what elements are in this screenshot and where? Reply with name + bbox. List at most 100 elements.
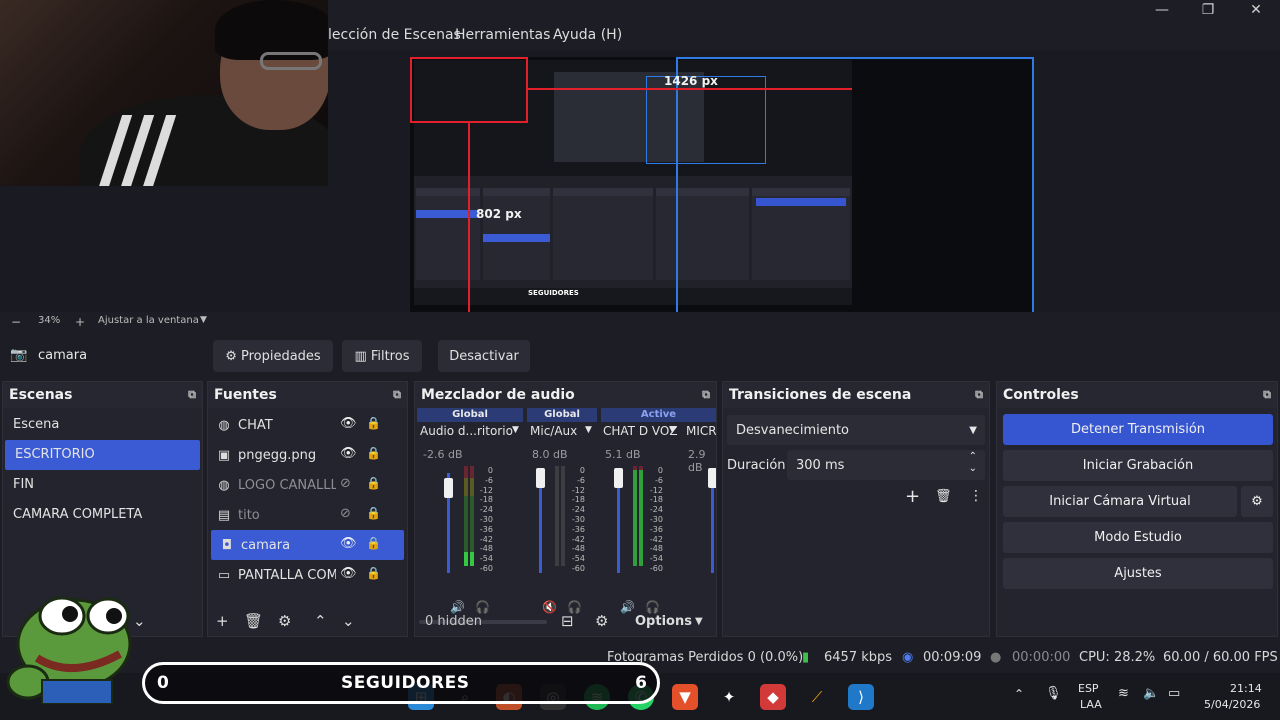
maximize-button[interactable]: ❐: [1186, 2, 1230, 24]
volume-fader[interactable]: [539, 473, 542, 573]
chevron-down-icon[interactable]: ⌄: [133, 612, 146, 630]
tool-icon[interactable]: ✦: [716, 684, 742, 710]
source-item-tito[interactable]: ▤ tito ⊘ 🔒: [208, 500, 407, 530]
more-options-icon[interactable]: ⋮: [969, 488, 983, 504]
eye-icon[interactable]: 👁: [340, 416, 357, 431]
trash-icon[interactable]: 🗑: [935, 489, 952, 504]
chevron-down-icon[interactable]: ▼: [969, 425, 977, 436]
scene-item-escena[interactable]: Escena: [3, 410, 202, 440]
duration-spinbox[interactable]: 300 ms ⌃ ⌄: [787, 450, 985, 480]
undock-icon[interactable]: ⧉: [188, 382, 196, 408]
eye-hidden-icon[interactable]: ⊘: [340, 506, 351, 521]
anydesk-icon[interactable]: ◆: [760, 684, 786, 710]
source-item-pngegg[interactable]: ▣ pngegg.png 👁 🔒: [208, 440, 407, 470]
scene-item-escritorio[interactable]: ESCRITORIO: [5, 440, 200, 470]
minimize-button[interactable]: —: [1140, 2, 1184, 24]
obs-window: lección de Escenas Herramientas Ayuda (H…: [0, 0, 1280, 720]
chevron-down-icon[interactable]: ▼: [695, 616, 703, 627]
fit-to-window-button[interactable]: Ajustar a la ventana: [98, 315, 199, 326]
wifi-icon[interactable]: ≋: [1118, 686, 1129, 701]
height-measure-label: 802 px: [476, 207, 522, 221]
close-button[interactable]: ✕: [1234, 2, 1278, 24]
lock-icon[interactable]: 🔒: [366, 536, 381, 550]
transition-select[interactable]: Desvanecimiento ▼: [727, 415, 985, 445]
language-top[interactable]: ESP: [1078, 682, 1099, 695]
fader-knob[interactable]: [536, 468, 545, 488]
add-transition-button[interactable]: +: [905, 486, 920, 507]
advanced-audio-icon[interactable]: ⚙: [595, 612, 608, 630]
source-item-camara[interactable]: ◘ camara 👁 🔒: [211, 530, 404, 560]
trash-icon[interactable]: 🗑: [244, 612, 263, 630]
source-item-logo-canal[interactable]: ◍ LOGO CANALLL ⊘ 🔒: [208, 470, 407, 500]
fader-knob[interactable]: [444, 478, 453, 498]
studio-mode-button[interactable]: Modo Estudio: [1003, 522, 1273, 553]
lock-icon[interactable]: 🔒: [366, 416, 381, 430]
controls-dock: Controles ⧉ Detener Transmisión Iniciar G…: [996, 381, 1278, 637]
scene-item-fin[interactable]: FIN: [3, 470, 202, 500]
eye-icon[interactable]: 👁: [340, 446, 357, 461]
chevron-down-icon[interactable]: ▼: [669, 425, 676, 435]
tray-chevron-up-icon[interactable]: ⌃: [1014, 687, 1024, 701]
add-source-button[interactable]: +: [216, 612, 229, 630]
fader-knob[interactable]: [614, 468, 623, 488]
lock-icon[interactable]: 🔒: [366, 566, 381, 580]
menu-tools[interactable]: Herramientas: [455, 27, 550, 43]
chevron-down-icon[interactable]: ▼: [585, 425, 592, 435]
battery-icon[interactable]: ▭: [1168, 686, 1180, 701]
mixer-channel-db: 5.1 dB: [605, 448, 641, 461]
eye-icon[interactable]: 👁: [340, 566, 357, 581]
source-item-chat[interactable]: ◍ CHAT 👁 🔒: [208, 410, 407, 440]
nested-followers-label: SEGUIDORES: [528, 289, 579, 297]
zoom-in-button[interactable]: +: [75, 315, 85, 329]
lock-icon[interactable]: 🔒: [366, 446, 381, 460]
source-item-pantalla[interactable]: ▭ PANTALLA COMP 👁 🔒: [208, 560, 407, 590]
scene-item-camara-completa[interactable]: CAMARA COMPLETA: [3, 500, 202, 530]
brave-icon[interactable]: ▼: [672, 684, 698, 710]
undock-icon[interactable]: ⧉: [393, 382, 401, 408]
undock-icon[interactable]: ⧉: [702, 382, 710, 408]
nested-scenes: [416, 188, 480, 280]
eye-hidden-icon[interactable]: ⊘: [340, 476, 351, 491]
clock-time[interactable]: 21:14: [1230, 682, 1262, 695]
fader-knob[interactable]: [708, 468, 716, 488]
chevron-down-icon[interactable]: ⌄: [969, 463, 977, 474]
stop-streaming-button[interactable]: Detener Transmisión: [1003, 414, 1273, 445]
properties-button[interactable]: ⚙ Propiedades: [213, 340, 333, 372]
settings-button[interactable]: Ajustes: [1003, 558, 1273, 589]
eye-icon[interactable]: 👁: [340, 536, 357, 551]
chevron-up-icon[interactable]: ⌃: [314, 612, 327, 630]
layout-icon[interactable]: ⊟: [561, 612, 574, 630]
volume-fader[interactable]: [711, 473, 714, 573]
chevron-down-icon[interactable]: ▼: [512, 425, 519, 435]
camara-selection-box[interactable]: [410, 57, 528, 123]
start-virtual-camera-button[interactable]: Iniciar Cámara Virtual: [1003, 486, 1237, 517]
followers-label: SEGUIDORES: [341, 673, 470, 693]
microphone-icon[interactable]: 🎙: [1045, 686, 1062, 701]
volume-fader[interactable]: [617, 473, 620, 573]
lock-icon[interactable]: 🔒: [366, 476, 381, 490]
virtual-camera-settings-button[interactable]: ⚙: [1241, 486, 1273, 517]
webcam-feed: [0, 0, 328, 186]
menu-help[interactable]: Ayuda (H): [553, 27, 622, 43]
language-bottom[interactable]: LAA: [1080, 698, 1102, 711]
undock-icon[interactable]: ⧉: [1263, 382, 1271, 408]
undock-icon[interactable]: ⧉: [975, 382, 983, 408]
menu-scene-collection[interactable]: lección de Escenas: [328, 27, 461, 43]
fl-studio-icon[interactable]: ⟋: [804, 684, 830, 710]
stream-live-icon: ◉: [902, 650, 914, 665]
mixer-channel-db: -2.6 dB: [423, 448, 463, 461]
zoom-dropdown-icon[interactable]: ▼: [200, 315, 207, 325]
chevron-down-icon[interactable]: ⌄: [342, 612, 355, 630]
source-toolbar: 📷 camara ⚙ Propiedades ▥ Filtros Desactiva…: [0, 332, 1280, 380]
zoom-out-button[interactable]: −: [11, 315, 21, 329]
deactivate-button[interactable]: Desactivar: [438, 340, 530, 372]
start-recording-button[interactable]: Iniciar Grabación: [1003, 450, 1273, 481]
gear-icon[interactable]: ⚙: [278, 612, 291, 630]
lock-icon[interactable]: 🔒: [366, 506, 381, 520]
vscode-icon[interactable]: ⟩: [848, 684, 874, 710]
mixer-options-button[interactable]: Options: [635, 614, 692, 629]
clock-date[interactable]: 5/04/2026: [1204, 698, 1260, 711]
chevron-up-icon[interactable]: ⌃: [969, 451, 977, 462]
volume-icon[interactable]: 🔈: [1143, 686, 1159, 701]
filters-button[interactable]: ▥ Filtros: [342, 340, 422, 372]
